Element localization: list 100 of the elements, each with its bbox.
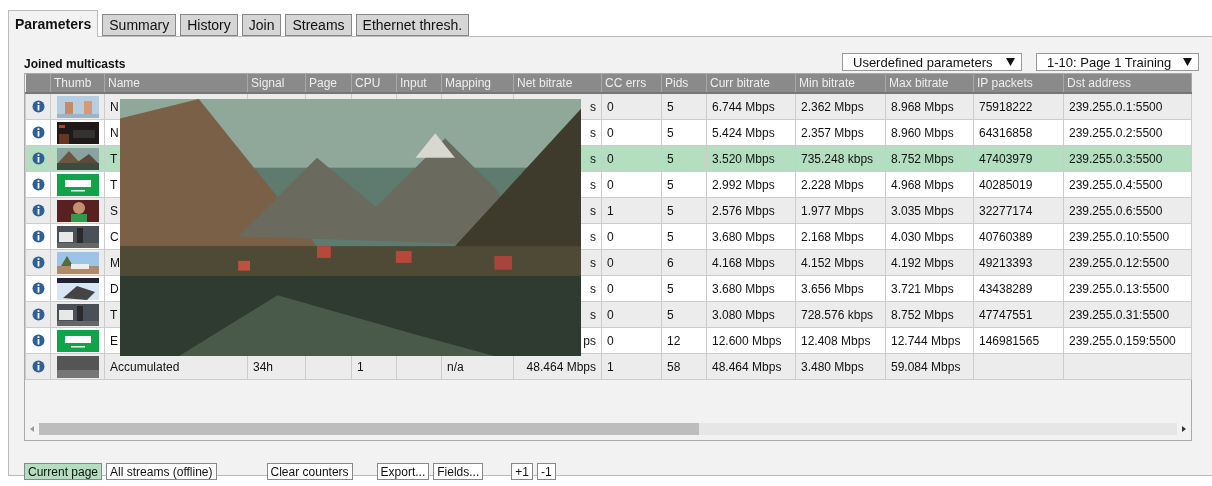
tab[interactable]: Summary (102, 14, 177, 36)
table-cell: 4.192 Mbps (885, 249, 974, 276)
table-cell: 5 (661, 145, 707, 172)
table-cell: 0 (601, 249, 662, 276)
table-cell: 12.744 Mbps (885, 327, 974, 354)
table-cell: 239.255.0.31:5500 (1063, 301, 1192, 328)
table-cell: 2.362 Mbps (795, 93, 886, 120)
table-cell: 4.168 Mbps (706, 249, 796, 276)
tab[interactable]: Streams (285, 14, 352, 36)
info-icon[interactable] (31, 230, 45, 243)
info-icon[interactable] (31, 282, 45, 295)
table-cell: 43438289 (973, 275, 1064, 302)
info-icon[interactable] (31, 204, 45, 217)
table-cell: 0 (601, 171, 662, 198)
dropdown[interactable]: 1-10: Page 1 Training (1036, 53, 1199, 71)
table-cell: 48.464 Mbps (706, 353, 796, 380)
table-cell: 5 (661, 301, 707, 328)
table-cell: 146981565 (973, 327, 1064, 354)
table-cell: 239.255.0.13:5500 (1063, 275, 1192, 302)
dropdown[interactable]: Userdefined parameters (842, 53, 1022, 71)
table-cell: 12.600 Mbps (706, 327, 796, 354)
table-cell: 40760389 (973, 223, 1064, 250)
section-title: Joined multicasts (24, 57, 126, 71)
table-cell: 3.680 Mbps (706, 275, 796, 302)
table-cell: 0 (601, 301, 662, 328)
table-cell: 0 (601, 275, 662, 302)
table-cell: 2.168 Mbps (795, 223, 886, 250)
info-icon[interactable] (31, 360, 45, 373)
table-cell: 2.228 Mbps (795, 171, 886, 198)
table-cell: 58 (661, 353, 707, 380)
table-cell: 239.255.0.2:5500 (1063, 119, 1192, 146)
table-cell: 32277174 (973, 197, 1064, 224)
table-cell: 239.255.0.159:5500 (1063, 327, 1192, 354)
table-cell: 64316858 (973, 119, 1064, 146)
tab[interactable]: Join (241, 14, 282, 36)
table-cell: 5 (661, 223, 707, 250)
caret-icon (1183, 58, 1192, 66)
table-cell: 8.960 Mbps (885, 119, 974, 146)
table-cell: 3.656 Mbps (795, 275, 886, 302)
table-cell: 2.357 Mbps (795, 119, 886, 146)
table-cell: 3.035 Mbps (885, 197, 974, 224)
table-cell: 47403979 (973, 145, 1064, 172)
table-cell: 239.255.0.4:5500 (1063, 171, 1192, 198)
tab[interactable]: History (180, 14, 238, 36)
table-cell: 8.752 Mbps (885, 145, 974, 172)
table-cell: 2.992 Mbps (706, 171, 796, 198)
table-cell: 1 (601, 197, 662, 224)
info-icon[interactable] (31, 256, 45, 269)
table-cell: 47747551 (973, 301, 1064, 328)
button[interactable]: +1 (511, 463, 533, 480)
table-cell: 5 (661, 171, 707, 198)
table-cell: 3.480 Mbps (795, 353, 886, 380)
table-cell: 0 (601, 327, 662, 354)
table-cell: 5 (661, 275, 707, 302)
button[interactable]: -1 (536, 463, 556, 480)
button[interactable]: Clear counters (266, 463, 353, 480)
table-cell: 735.248 kbps (795, 145, 886, 172)
table-cell: 3.080 Mbps (706, 301, 796, 328)
table-cell: 5.424 Mbps (706, 119, 796, 146)
table-cell: 6 (661, 249, 707, 276)
table-cell: 5 (661, 197, 707, 224)
info-icon[interactable] (31, 152, 45, 165)
info-icon[interactable] (31, 100, 45, 113)
table-cell: 49213393 (973, 249, 1064, 276)
info-icon[interactable] (31, 126, 45, 139)
button[interactable]: Current page (24, 463, 103, 480)
table-cell: 4.030 Mbps (885, 223, 974, 250)
table-cell: 40285019 (973, 171, 1064, 198)
table-cell: 239.255.0.12:5500 (1063, 249, 1192, 276)
table-cell: 1 (601, 353, 662, 380)
table-cell: 4.152 Mbps (795, 249, 886, 276)
table-cell: 8.752 Mbps (885, 301, 974, 328)
tab[interactable]: Ethernet thresh. (355, 14, 470, 36)
table-cell: 0 (601, 93, 662, 120)
table-cell: 239.255.0.1:5500 (1063, 93, 1192, 120)
info-icon[interactable] (31, 178, 45, 191)
button[interactable]: Export... (376, 463, 430, 480)
button[interactable]: All streams (offline) (106, 463, 217, 480)
table-cell: 0 (601, 119, 662, 146)
table-cell: 239.255.0.3:5500 (1063, 145, 1192, 172)
table-cell: 0 (601, 223, 662, 250)
table-cell: 6.744 Mbps (706, 93, 796, 120)
table-cell: 5 (661, 93, 707, 120)
scrollbar[interactable] (39, 423, 1177, 435)
table-cell: 4.968 Mbps (885, 171, 974, 198)
info-icon[interactable] (31, 334, 45, 347)
table-cell: 12 (661, 327, 707, 354)
info-icon[interactable] (31, 308, 45, 321)
table-cell: 8.968 Mbps (885, 93, 974, 120)
table-cell: 3.520 Mbps (706, 145, 796, 172)
table-cell: 0 (601, 145, 662, 172)
table-cell: 12.408 Mbps (795, 327, 886, 354)
table-cell: 5 (661, 119, 707, 146)
table-cell: 3.721 Mbps (885, 275, 974, 302)
table-cell: 239.255.0.10:5500 (1063, 223, 1192, 250)
table-cell: 3.680 Mbps (706, 223, 796, 250)
tab[interactable]: Parameters (8, 10, 99, 37)
table-cell: 75918222 (973, 93, 1064, 120)
button[interactable]: Fields... (433, 463, 484, 480)
table-cell: 239.255.0.6:5500 (1063, 197, 1192, 224)
